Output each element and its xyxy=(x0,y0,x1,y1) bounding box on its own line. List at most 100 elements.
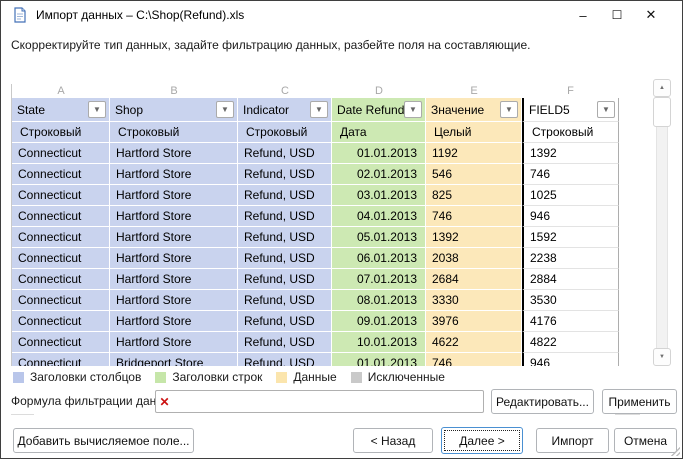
field-type-cell[interactable]: Целый xyxy=(426,122,522,143)
table-cell[interactable]: Connecticut xyxy=(12,269,110,290)
field-dropdown-icon[interactable]: ▼ xyxy=(216,101,234,118)
table-cell[interactable]: 1192 xyxy=(426,143,522,164)
table-cell[interactable]: 2884 xyxy=(522,269,619,290)
filter-formula-input[interactable] xyxy=(173,390,484,413)
table-cell[interactable]: Refund, USD xyxy=(238,206,332,227)
scroll-up-icon[interactable]: ▲ xyxy=(653,79,671,97)
cancel-button[interactable]: Отмена xyxy=(614,428,677,453)
apply-filter-button[interactable]: Применить xyxy=(602,389,677,414)
field-dropdown-icon[interactable]: ▼ xyxy=(597,101,615,118)
field-header-cell[interactable]: State▼ xyxy=(12,98,110,122)
table-cell[interactable]: 2684 xyxy=(426,269,522,290)
column-letter[interactable]: B xyxy=(110,84,238,98)
close-button[interactable]: ✕ xyxy=(634,1,668,29)
table-cell[interactable]: Hartford Store xyxy=(110,143,238,164)
table-cell[interactable]: 05.01.2013 xyxy=(332,227,426,248)
table-cell[interactable]: Refund, USD xyxy=(238,269,332,290)
table-cell[interactable]: 1392 xyxy=(426,227,522,248)
table-cell[interactable]: 746 xyxy=(426,206,522,227)
scroll-down-icon[interactable]: ▼ xyxy=(653,348,671,366)
minimize-button[interactable]: – xyxy=(566,1,600,29)
table-cell[interactable]: 01.01.2013 xyxy=(332,353,426,366)
vertical-scrollbar[interactable]: ▲ ▼ xyxy=(653,79,671,366)
table-cell[interactable]: Hartford Store xyxy=(110,248,238,269)
maximize-button[interactable]: ☐ xyxy=(600,1,634,29)
table-cell[interactable]: 09.01.2013 xyxy=(332,311,426,332)
field-header-cell[interactable]: Shop▼ xyxy=(110,98,238,122)
table-cell[interactable]: Hartford Store xyxy=(110,185,238,206)
table-cell[interactable]: Refund, USD xyxy=(238,164,332,185)
table-cell[interactable]: 04.01.2013 xyxy=(332,206,426,227)
table-cell[interactable]: 4176 xyxy=(522,311,619,332)
table-cell[interactable]: 01.01.2013 xyxy=(332,143,426,164)
table-cell[interactable]: Connecticut xyxy=(12,206,110,227)
column-letter[interactable]: F xyxy=(522,84,619,98)
table-cell[interactable]: 03.01.2013 xyxy=(332,185,426,206)
column-letter[interactable]: C xyxy=(238,84,332,98)
table-cell[interactable]: Refund, USD xyxy=(238,143,332,164)
table-cell[interactable]: 4822 xyxy=(522,332,619,353)
table-cell[interactable]: 546 xyxy=(426,164,522,185)
table-cell[interactable]: 06.01.2013 xyxy=(332,248,426,269)
table-cell[interactable]: 946 xyxy=(522,353,619,366)
field-dropdown-icon[interactable]: ▼ xyxy=(310,101,328,118)
scrollbar-track[interactable] xyxy=(656,87,668,358)
table-cell[interactable]: Hartford Store xyxy=(110,290,238,311)
table-cell[interactable]: 1392 xyxy=(522,143,619,164)
field-type-cell[interactable]: Строковый xyxy=(522,122,619,143)
table-cell[interactable]: Refund, USD xyxy=(238,332,332,353)
field-dropdown-icon[interactable]: ▼ xyxy=(500,101,518,118)
table-cell[interactable]: Connecticut xyxy=(12,248,110,269)
field-dropdown-icon[interactable]: ▼ xyxy=(88,101,106,118)
next-button[interactable]: Далее > xyxy=(441,427,523,454)
table-cell[interactable]: Hartford Store xyxy=(110,311,238,332)
table-cell[interactable]: 1025 xyxy=(522,185,619,206)
table-cell[interactable]: 825 xyxy=(426,185,522,206)
table-cell[interactable]: Hartford Store xyxy=(110,164,238,185)
table-cell[interactable]: Refund, USD xyxy=(238,248,332,269)
field-type-cell[interactable]: Дата xyxy=(332,122,426,143)
table-cell[interactable]: 2038 xyxy=(426,248,522,269)
edit-formula-button[interactable]: Редактировать... xyxy=(491,389,594,414)
table-cell[interactable]: 4622 xyxy=(426,332,522,353)
column-letter[interactable]: A xyxy=(12,84,110,98)
table-cell[interactable]: Connecticut xyxy=(12,164,110,185)
table-cell[interactable]: Refund, USD xyxy=(238,290,332,311)
table-cell[interactable]: Hartford Store xyxy=(110,269,238,290)
table-cell[interactable]: Connecticut xyxy=(12,311,110,332)
table-cell[interactable]: Refund, USD xyxy=(238,311,332,332)
table-cell[interactable]: 3976 xyxy=(426,311,522,332)
table-cell[interactable]: Refund, USD xyxy=(238,353,332,366)
field-type-cell[interactable]: Строковый xyxy=(238,122,332,143)
table-cell[interactable]: 3530 xyxy=(522,290,619,311)
table-cell[interactable]: 08.01.2013 xyxy=(332,290,426,311)
table-cell[interactable]: Refund, USD xyxy=(238,185,332,206)
table-cell[interactable]: 10.01.2013 xyxy=(332,332,426,353)
table-cell[interactable]: 746 xyxy=(426,353,522,366)
field-header-cell[interactable]: FIELD5▼ xyxy=(522,98,619,122)
field-header-cell[interactable]: Значение▼ xyxy=(426,98,522,122)
scrollbar-thumb[interactable] xyxy=(653,97,671,127)
back-button[interactable]: < Назад xyxy=(353,428,433,453)
table-cell[interactable]: Connecticut xyxy=(12,185,110,206)
table-cell[interactable]: Hartford Store xyxy=(110,332,238,353)
table-cell[interactable]: Refund, USD xyxy=(238,227,332,248)
table-cell[interactable]: 946 xyxy=(522,206,619,227)
table-cell[interactable]: Hartford Store xyxy=(110,227,238,248)
column-letter[interactable]: D xyxy=(332,84,426,98)
field-type-cell[interactable]: Строковый xyxy=(110,122,238,143)
field-type-cell[interactable]: Строковый xyxy=(12,122,110,143)
table-cell[interactable]: 02.01.2013 xyxy=(332,164,426,185)
table-cell[interactable]: 3330 xyxy=(426,290,522,311)
table-cell[interactable]: Connecticut xyxy=(12,332,110,353)
field-header-cell[interactable]: Indicator▼ xyxy=(238,98,332,122)
import-button[interactable]: Импорт xyxy=(536,428,609,453)
table-cell[interactable]: Connecticut xyxy=(12,227,110,248)
table-cell[interactable]: Connecticut xyxy=(12,353,110,366)
table-cell[interactable]: Bridgeport Store xyxy=(110,353,238,366)
table-cell[interactable]: Connecticut xyxy=(12,143,110,164)
column-letter[interactable]: E xyxy=(426,84,522,98)
table-cell[interactable]: 746 xyxy=(522,164,619,185)
table-cell[interactable]: 1592 xyxy=(522,227,619,248)
field-header-cell[interactable]: Date Refund▼ xyxy=(332,98,426,122)
